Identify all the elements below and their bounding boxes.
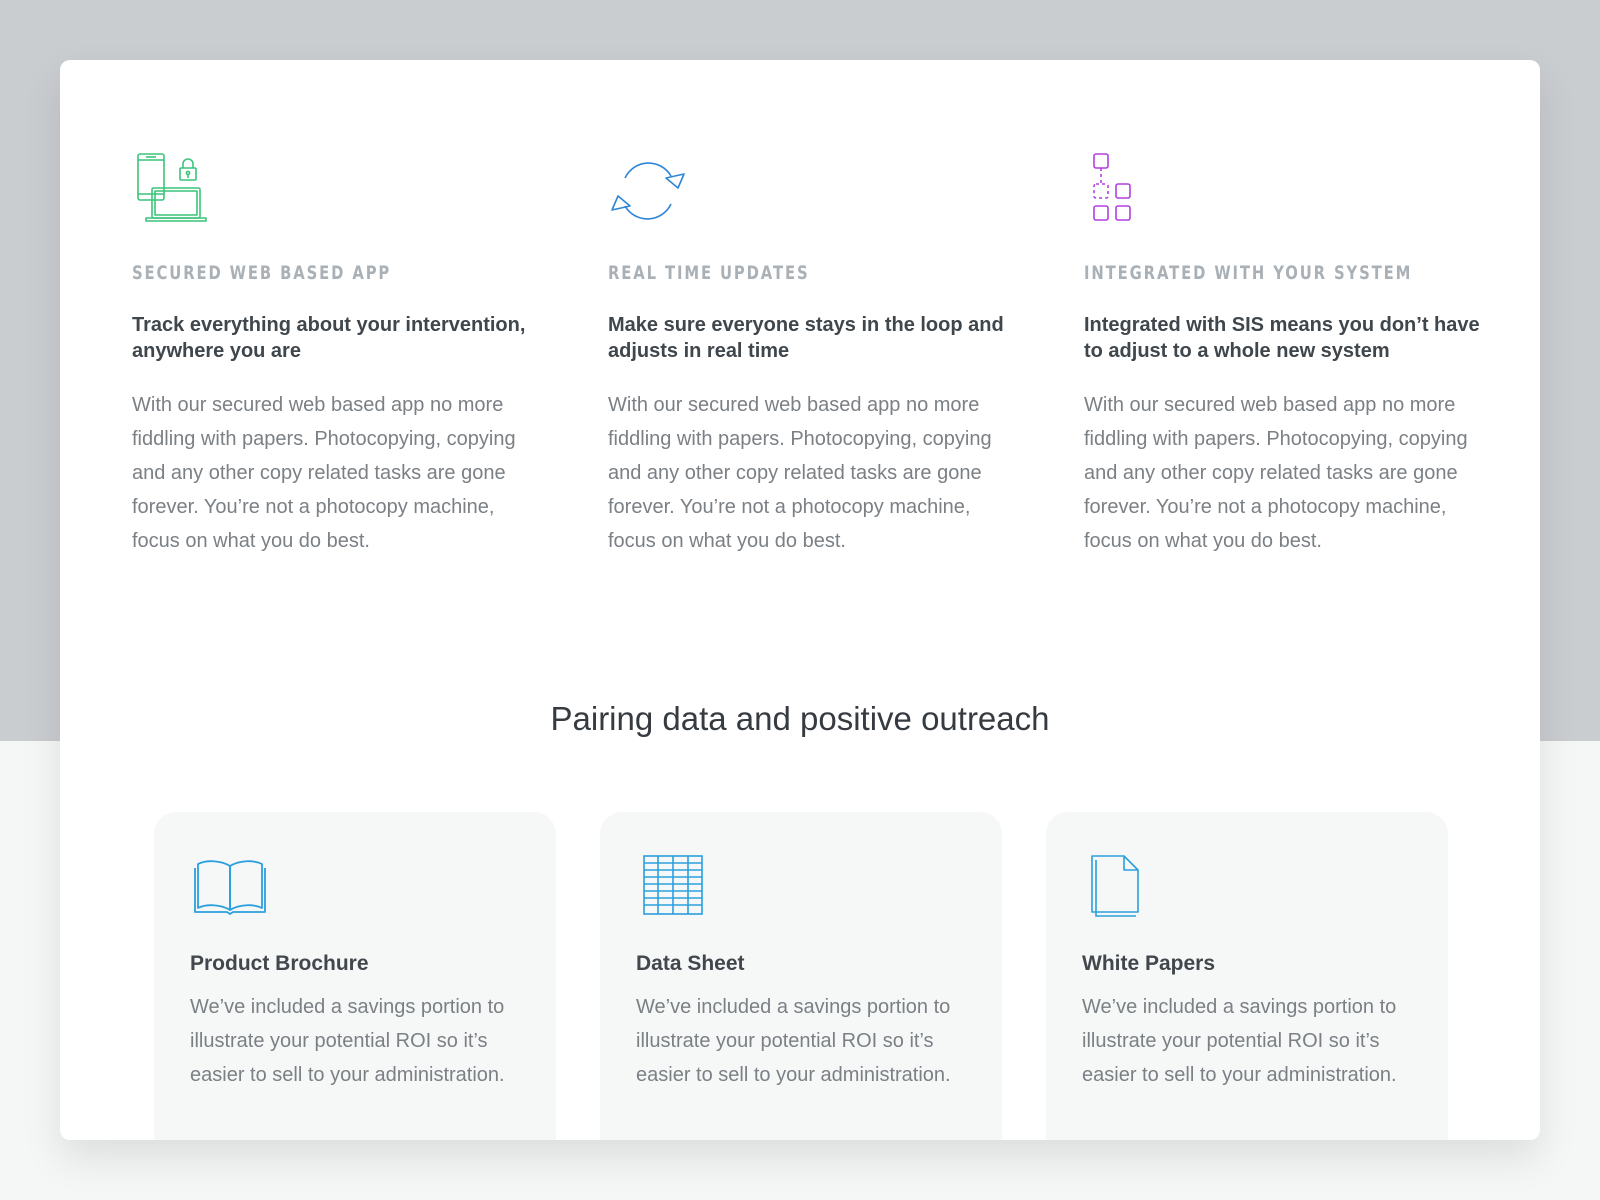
open-book-icon bbox=[194, 860, 266, 915]
feature-subtitle: Make sure everyone stays in the loop and… bbox=[608, 314, 1004, 362]
resource-body: We’ve included a savings portion to illu… bbox=[636, 996, 951, 1086]
resource-body: We’ve included a savings portion to illu… bbox=[1082, 996, 1397, 1086]
feature-integrated-system: INTEGRATED WITH YOUR SYSTEM Integrated w… bbox=[1084, 152, 1484, 552]
devices-lock-icon bbox=[137, 153, 207, 222]
integration-blocks-icon bbox=[1093, 153, 1131, 221]
feature-eyebrow: SECURED WEB BASED APP bbox=[132, 262, 392, 284]
resource-card-product-brochure[interactable]: Product Brochure We’ve included a saving… bbox=[154, 812, 556, 1140]
feature-body: With our secured web based app no more f… bbox=[132, 394, 516, 552]
resource-title: White Papers bbox=[1082, 952, 1216, 975]
resource-card-data-sheet[interactable]: Data Sheet We’ve included a savings port… bbox=[600, 812, 1002, 1140]
section-title: Pairing data and positive outreach bbox=[550, 700, 1050, 737]
resource-body: We’ve included a savings portion to illu… bbox=[190, 996, 505, 1086]
sync-arrows-icon bbox=[611, 162, 685, 220]
resource-card-white-papers[interactable]: White Papers We’ve included a savings po… bbox=[1046, 812, 1448, 1140]
feature-subtitle: Track everything about your intervention… bbox=[132, 314, 526, 362]
feature-body: With our secured web based app no more f… bbox=[608, 394, 992, 552]
content-card: SECURED WEB BASED APP Track everything a… bbox=[60, 60, 1540, 1140]
resource-title: Product Brochure bbox=[190, 952, 369, 975]
document-stack-icon bbox=[1091, 855, 1139, 917]
feature-real-time-updates: REAL TIME UPDATES Make sure everyone sta… bbox=[608, 152, 1008, 552]
feature-eyebrow: REAL TIME UPDATES bbox=[608, 262, 810, 284]
feature-body: With our secured web based app no more f… bbox=[1084, 394, 1468, 552]
resource-title: Data Sheet bbox=[636, 952, 745, 975]
feature-subtitle: Integrated with SIS means you don’t have… bbox=[1084, 314, 1480, 362]
spreadsheet-icon bbox=[643, 855, 703, 915]
feature-secured-web-app: SECURED WEB BASED APP Track everything a… bbox=[132, 152, 532, 552]
feature-eyebrow: INTEGRATED WITH YOUR SYSTEM bbox=[1084, 262, 1413, 284]
